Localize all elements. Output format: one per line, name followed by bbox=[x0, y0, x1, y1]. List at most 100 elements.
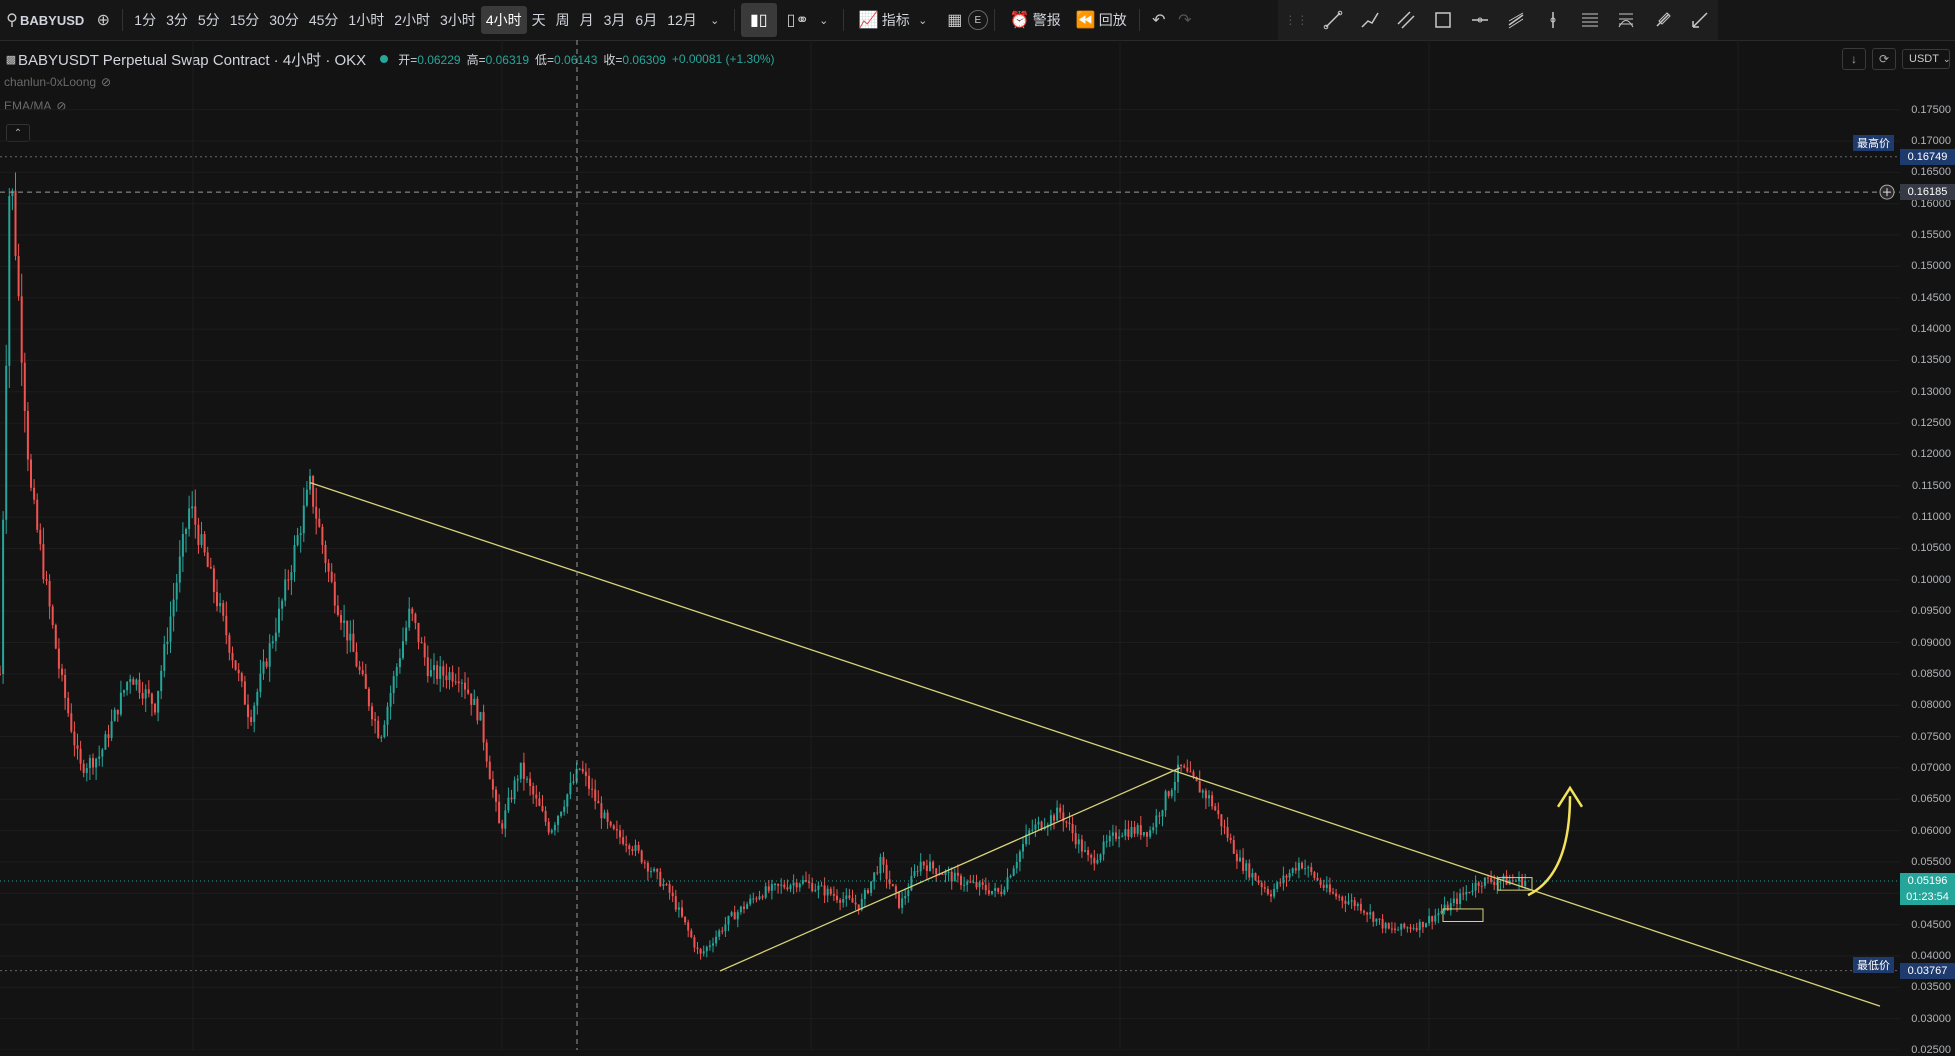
candle-body bbox=[70, 713, 73, 732]
interval-0[interactable]: 1分 bbox=[129, 6, 161, 34]
candle-body bbox=[1031, 829, 1034, 831]
candle-body bbox=[256, 691, 259, 706]
candle-body bbox=[997, 888, 1000, 892]
candle-style-icon[interactable]: ▮▯ bbox=[740, 3, 777, 37]
price-axis[interactable]: 0.17500 0.17000 0.16500 0.16000 0.15500 0.150… bbox=[1900, 40, 1955, 1056]
candle-body bbox=[1161, 810, 1164, 817]
interval-14[interactable]: 6月 bbox=[630, 6, 662, 34]
interval-7[interactable]: 2小时 bbox=[389, 6, 435, 34]
drag-handle-icon[interactable]: ⋮⋮ bbox=[1283, 7, 1309, 33]
candle-body bbox=[885, 864, 888, 880]
candle-body bbox=[1521, 877, 1524, 887]
candle-body bbox=[411, 608, 414, 614]
measure-tool-icon[interactable] bbox=[1687, 7, 1713, 33]
vertical-line-icon[interactable] bbox=[1540, 7, 1566, 33]
interval-6[interactable]: 1小时 bbox=[343, 6, 389, 34]
candle-body bbox=[119, 692, 122, 715]
candle-body bbox=[963, 884, 966, 886]
chevron-down-icon[interactable]: ⌄ bbox=[811, 7, 837, 33]
candle-body bbox=[1177, 764, 1179, 782]
bar-style-icon[interactable]: ▯⚭ bbox=[785, 7, 811, 33]
fib-tool-icon[interactable] bbox=[1503, 7, 1529, 33]
candle-body bbox=[278, 608, 280, 633]
candle-body bbox=[194, 506, 197, 525]
candle-body bbox=[1328, 884, 1331, 893]
candle-body bbox=[346, 620, 349, 641]
symbol-search[interactable]: ⚲ BABYUSD bbox=[0, 0, 90, 40]
price-tick-label: 0.12000 bbox=[1911, 448, 1951, 461]
candle-body bbox=[972, 881, 975, 883]
chevron-down-icon[interactable]: ⌄ bbox=[702, 7, 728, 33]
redo-icon[interactable]: ↷ bbox=[1172, 7, 1198, 33]
candle-body bbox=[1006, 877, 1009, 890]
trendline-tool-icon[interactable] bbox=[1320, 7, 1346, 33]
refresh-icon[interactable]: ⟳ bbox=[1872, 48, 1896, 70]
price-chart[interactable] bbox=[0, 40, 1900, 1050]
candle-body bbox=[950, 871, 953, 882]
candle-body bbox=[1459, 893, 1462, 905]
interval-15[interactable]: 12月 bbox=[662, 6, 702, 34]
symbol-label: BABYUSD bbox=[20, 12, 85, 28]
fib-retracement-icon[interactable] bbox=[1577, 7, 1603, 33]
brush-tool-icon[interactable] bbox=[1650, 7, 1676, 33]
candle-body bbox=[42, 544, 45, 580]
candle-body bbox=[45, 579, 48, 581]
candle-body bbox=[333, 581, 336, 606]
interval-9[interactable]: 4小时 bbox=[480, 6, 527, 34]
interval-2[interactable]: 5分 bbox=[193, 6, 225, 34]
candle-body bbox=[612, 825, 615, 830]
download-icon[interactable]: ↓ bbox=[1842, 48, 1866, 70]
undo-icon[interactable]: ↶ bbox=[1146, 7, 1172, 33]
interval-5[interactable]: 45分 bbox=[304, 6, 344, 34]
candle-body bbox=[73, 731, 76, 746]
candle-body bbox=[1397, 929, 1400, 931]
candle-body bbox=[1378, 918, 1381, 920]
replay-button[interactable]: ⏪ 回放 bbox=[1067, 0, 1133, 40]
interval-12[interactable]: 月 bbox=[575, 6, 599, 34]
add-symbol-icon[interactable]: ⊕ bbox=[90, 7, 116, 33]
candle-body bbox=[1189, 771, 1192, 773]
candle-body bbox=[891, 884, 894, 887]
price-tick-label: 0.07000 bbox=[1911, 761, 1951, 774]
candle-body bbox=[1421, 921, 1424, 928]
candle-body bbox=[597, 801, 600, 804]
candle-body bbox=[529, 778, 532, 787]
candle-body bbox=[634, 845, 637, 851]
interval-10[interactable]: 天 bbox=[527, 6, 551, 34]
rectangle-tool-icon[interactable] bbox=[1430, 7, 1456, 33]
horizontal-line-icon[interactable] bbox=[1467, 7, 1493, 33]
candle-body bbox=[736, 912, 739, 920]
interval-1[interactable]: 3分 bbox=[161, 6, 193, 34]
candle-body bbox=[1415, 927, 1418, 931]
interval-11[interactable]: 周 bbox=[551, 6, 575, 34]
candle-body bbox=[733, 912, 736, 920]
candle-body bbox=[79, 748, 82, 764]
candle-body bbox=[23, 362, 26, 411]
alert-button[interactable]: ⏰ 警报 bbox=[1001, 0, 1067, 40]
candle-body bbox=[1223, 826, 1226, 828]
interval-8[interactable]: 3小时 bbox=[435, 6, 481, 34]
interval-13[interactable]: 3月 bbox=[599, 6, 631, 34]
layout-grid-icon[interactable]: ▦ bbox=[942, 7, 968, 33]
candle-body bbox=[157, 691, 160, 713]
candle-body bbox=[141, 692, 144, 699]
candle-body bbox=[1387, 923, 1390, 929]
price-tick-label: 0.05500 bbox=[1911, 855, 1951, 868]
fib-fan-icon[interactable] bbox=[1613, 7, 1639, 33]
candle-body bbox=[383, 724, 386, 738]
candle-body bbox=[1505, 875, 1508, 885]
candle-body bbox=[1350, 900, 1353, 902]
candle-body bbox=[8, 196, 11, 366]
toolbar-divider bbox=[842, 9, 844, 31]
candle-body bbox=[904, 896, 907, 899]
indicators-button[interactable]: 📈 指标 ⌄ bbox=[850, 0, 942, 40]
parallel-channel-icon[interactable] bbox=[1393, 7, 1419, 33]
candle-body bbox=[1208, 795, 1210, 799]
e-badge-icon[interactable]: E bbox=[967, 10, 988, 30]
candle-body bbox=[668, 884, 671, 893]
interval-3[interactable]: 15分 bbox=[225, 6, 265, 34]
candle-body bbox=[1192, 771, 1195, 778]
interval-4[interactable]: 30分 bbox=[264, 6, 304, 34]
ray-tool-icon[interactable] bbox=[1357, 7, 1383, 33]
candle-body bbox=[674, 896, 677, 910]
